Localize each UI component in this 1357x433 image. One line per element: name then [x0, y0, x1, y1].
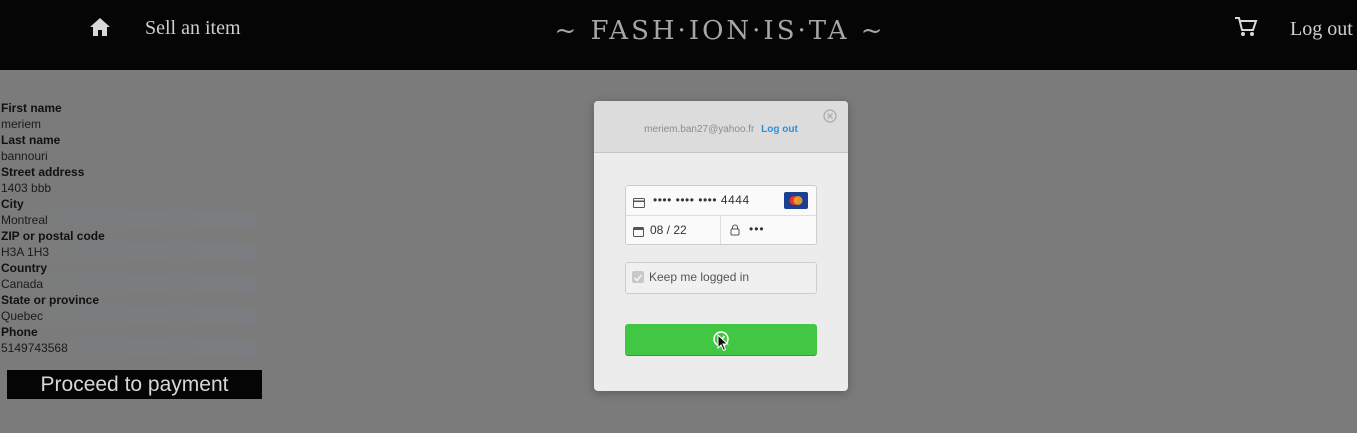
card-number-field[interactable]: •••• •••• •••• 4444	[626, 186, 816, 216]
mastercard-icon	[784, 192, 808, 209]
checkbox-checked-icon[interactable]	[632, 271, 644, 283]
city-field[interactable]: Montreal	[1, 212, 256, 228]
field-label: ZIP or postal code	[1, 229, 105, 243]
field-label: City	[1, 197, 24, 211]
account-email: meriem.ban27@yahoo.fr	[644, 124, 755, 135]
close-icon[interactable]	[823, 109, 837, 123]
field-label: First name	[1, 101, 62, 115]
field-label: Phone	[1, 325, 38, 339]
field-label: Last name	[1, 133, 61, 147]
last-name-field[interactable]: bannouri	[1, 148, 256, 164]
street-address-field[interactable]: 1403 bbb	[1, 180, 256, 196]
field-label: Country	[1, 261, 47, 275]
logout-link[interactable]: Log out	[1290, 18, 1353, 41]
keep-logged-in-label: Keep me logged in	[649, 270, 750, 284]
field-label: Street address	[1, 165, 85, 179]
mouse-cursor-icon	[717, 333, 729, 352]
zip-field[interactable]: H3A 1H3	[1, 244, 256, 260]
credit-card-icon	[633, 195, 645, 208]
account-line: meriem.ban27@yahoo.fr Log out	[594, 124, 848, 135]
field-divider	[720, 216, 721, 244]
state-field[interactable]: Quebec	[1, 308, 256, 324]
expiry-field[interactable]: 08 / 22	[650, 223, 687, 237]
country-field[interactable]: Canada	[1, 276, 256, 292]
cvc-field[interactable]: •••	[749, 222, 765, 236]
shipping-form: First name meriem Last name bannouri Str…	[1, 100, 271, 356]
modal-logout-link[interactable]: Log out	[761, 124, 798, 135]
lock-icon	[730, 223, 740, 236]
keep-logged-in-toggle[interactable]: Keep me logged in	[625, 262, 817, 294]
top-navbar: Sell an item ~ FASH·ION·IS·TA ~ Log out	[0, 0, 1357, 70]
phone-field[interactable]: 5149743568	[1, 340, 256, 356]
modal-header: meriem.ban27@yahoo.fr Log out	[594, 101, 848, 153]
first-name-field[interactable]: meriem	[1, 116, 256, 132]
card-number-value: •••• •••• •••• 4444	[653, 193, 750, 207]
proceed-to-payment-button[interactable]: Proceed to payment	[7, 370, 262, 399]
card-details-group: •••• •••• •••• 4444 08 / 22 •••	[625, 185, 817, 245]
card-expiry-cvc-row: 08 / 22 •••	[626, 216, 816, 244]
field-label: State or province	[1, 293, 100, 307]
cart-icon[interactable]	[1234, 16, 1258, 38]
brand-title: ~ FASH·ION·IS·TA ~	[554, 16, 886, 46]
calendar-icon	[633, 224, 644, 237]
